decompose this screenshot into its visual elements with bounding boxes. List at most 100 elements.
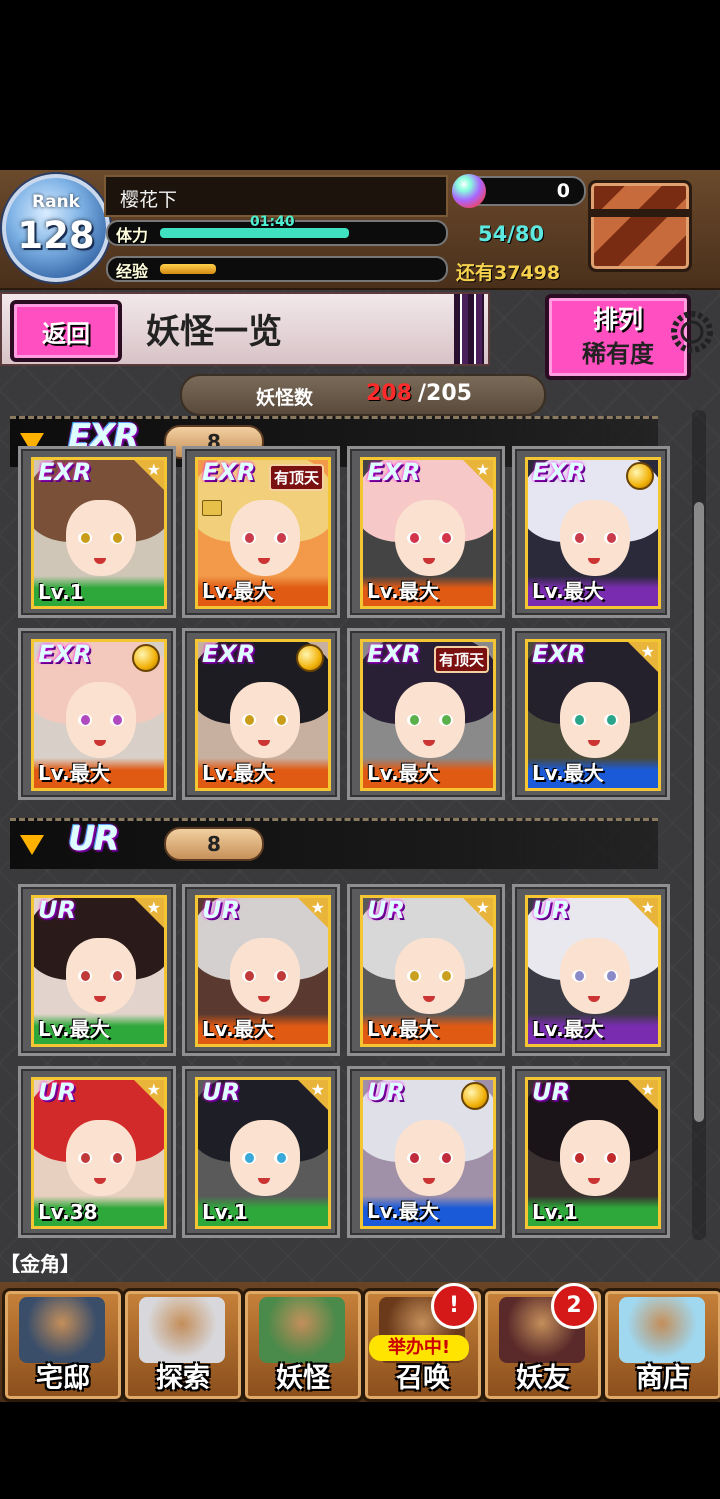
monster-slot[interactable]: UR ★ Lv.最大 xyxy=(182,884,340,1056)
monster-eye xyxy=(274,532,288,544)
monster-eye xyxy=(110,532,124,544)
card-level: Lv.最大 xyxy=(38,1017,110,1041)
card-rarity: EXR xyxy=(38,640,92,668)
monster-eye xyxy=(78,970,92,982)
monster-eye xyxy=(572,714,586,726)
monster-eye xyxy=(110,970,124,982)
monster-slot[interactable]: EXR ★ Lv.1 xyxy=(18,446,176,618)
monster-card[interactable]: UR ★ Lv.最大 xyxy=(31,895,167,1047)
monster-slot[interactable]: UR ★ Lv.38 xyxy=(18,1066,176,1238)
monster-count-owned: 208 xyxy=(366,381,412,406)
monster-slot[interactable]: EXR ★ Lv.最大 xyxy=(347,446,505,618)
stamina-label: 体力 xyxy=(116,226,149,245)
monster-slot[interactable]: EXR 有顶天 Lv.最大 xyxy=(182,446,340,618)
monster-card[interactable]: UR ★ Lv.最大 xyxy=(525,895,661,1047)
card-rarity: EXR xyxy=(367,640,421,668)
monster-slot[interactable]: UR ★ Lv.1 xyxy=(182,1066,340,1238)
monster-eye xyxy=(604,1152,618,1164)
monster-face xyxy=(66,682,136,758)
nav-house-button[interactable]: 宅邸 xyxy=(2,1288,124,1402)
card-rarity: EXR xyxy=(532,458,586,486)
monster-face xyxy=(66,938,136,1014)
monster-face xyxy=(395,682,465,758)
gem-counter[interactable]: 0 xyxy=(452,174,586,208)
monster-face xyxy=(395,1120,465,1196)
monster-slot[interactable]: EXR 有顶天 Lv.最大 xyxy=(347,628,505,800)
scroll-icon xyxy=(259,1297,345,1363)
card-rarity: UR xyxy=(202,1078,240,1106)
star-icon: ★ xyxy=(310,1080,325,1099)
star-icon: ★ xyxy=(640,1080,655,1099)
treasure-chest-icon[interactable] xyxy=(588,180,692,272)
card-level: Lv.1 xyxy=(202,1200,248,1224)
monster-card[interactable]: EXR 有顶天 Lv.最大 xyxy=(195,457,331,609)
monster-slot[interactable]: UR ★ Lv.最大 xyxy=(18,884,176,1056)
monster-face xyxy=(395,938,465,1014)
bottom-nav: 宅邸 探索 妖怪 举办中! 召唤! 妖友 2 商店 xyxy=(0,1282,720,1402)
monster-card[interactable]: UR ★ Lv.38 xyxy=(31,1077,167,1229)
monster-card[interactable]: EXR ★ Lv.最大 xyxy=(525,639,661,791)
card-level: Lv.1 xyxy=(38,580,84,604)
nav-scroll-button[interactable]: 妖怪 xyxy=(242,1288,364,1402)
monster-card[interactable]: EXR Lv.最大 xyxy=(195,639,331,791)
monster-face xyxy=(560,1120,630,1196)
monster-slot[interactable]: EXR Lv.最大 xyxy=(512,446,670,618)
monster-eye xyxy=(78,1152,92,1164)
page-title: 妖怪一览 xyxy=(146,312,282,352)
nav-crystal-orb-button[interactable]: 商店 xyxy=(602,1288,720,1402)
rank-value: 128 xyxy=(17,214,95,257)
monster-card[interactable]: EXR 有顶天 Lv.最大 xyxy=(360,639,496,791)
monster-card[interactable]: EXR ★ Lv.最大 xyxy=(360,457,496,609)
monster-slot[interactable]: UR ★ Lv.最大 xyxy=(512,884,670,1056)
helper-text: 【金角】 xyxy=(0,1252,80,1276)
monster-eye xyxy=(407,1152,421,1164)
star-icon: ★ xyxy=(146,460,161,479)
card-level: Lv.最大 xyxy=(532,761,604,785)
card-level: Lv.1 xyxy=(532,1200,578,1224)
monster-card[interactable]: UR ★ Lv.1 xyxy=(525,1077,661,1229)
monster-slot[interactable]: EXR Lv.最大 xyxy=(182,628,340,800)
monster-eye xyxy=(604,714,618,726)
monster-card[interactable]: EXR Lv.最大 xyxy=(525,457,661,609)
card-rarity: UR xyxy=(202,896,240,924)
nav-summon-star-button[interactable]: 举办中! 召唤! xyxy=(362,1283,484,1402)
monster-eye xyxy=(439,532,453,544)
monster-card[interactable]: UR Lv.最大 xyxy=(360,1077,496,1229)
nav-label: 妖友 xyxy=(516,1363,570,1394)
star-icon: ★ xyxy=(146,1080,161,1099)
monster-eye xyxy=(439,1152,453,1164)
sort-label: 排列 xyxy=(592,305,643,334)
monster-slot[interactable]: UR ★ Lv.1 xyxy=(512,1066,670,1238)
card-level: Lv.最大 xyxy=(38,761,110,785)
monster-card[interactable]: EXR Lv.最大 xyxy=(31,639,167,791)
monster-card[interactable]: UR ★ Lv.1 xyxy=(195,1077,331,1229)
crystal-orb-icon xyxy=(619,1297,705,1363)
exp-fill xyxy=(160,264,216,274)
monster-slot[interactable]: EXR ★ Lv.最大 xyxy=(512,628,670,800)
monster-slot[interactable]: EXR Lv.最大 xyxy=(18,628,176,800)
section-header-ur[interactable]: UR 8 xyxy=(10,818,658,869)
gold-medal-icon xyxy=(626,462,654,490)
star-icon: ★ xyxy=(640,642,655,661)
nav-magnifier-map-button[interactable]: 探索 xyxy=(122,1288,244,1402)
monster-card[interactable]: UR ★ Lv.最大 xyxy=(195,895,331,1047)
monster-count-pill: 妖怪数 208 /205 xyxy=(180,374,546,416)
monster-card[interactable]: UR ★ Lv.最大 xyxy=(360,895,496,1047)
monster-eye xyxy=(242,970,256,982)
magnifier-map-icon xyxy=(139,1297,225,1363)
house-icon xyxy=(19,1297,105,1363)
scrollbar[interactable] xyxy=(692,410,706,1240)
nav-friend-portrait-button[interactable]: 妖友 2 xyxy=(482,1283,604,1402)
monster-card[interactable]: EXR ★ Lv.1 xyxy=(31,457,167,609)
monster-eye xyxy=(242,532,256,544)
gold-medal-icon xyxy=(132,644,160,672)
monster-slot[interactable]: UR Lv.最大 xyxy=(347,1066,505,1238)
rank-badge[interactable]: Rank 128 xyxy=(2,174,110,282)
monster-slot[interactable]: UR ★ Lv.最大 xyxy=(347,884,505,1056)
scrollbar-thumb[interactable] xyxy=(694,502,704,1122)
player-name-box: 樱花下 xyxy=(104,175,448,217)
card-rarity: EXR xyxy=(202,640,256,668)
back-button[interactable]: 返回 xyxy=(10,300,122,362)
monster-eye xyxy=(439,714,453,726)
monster-face xyxy=(395,500,465,576)
